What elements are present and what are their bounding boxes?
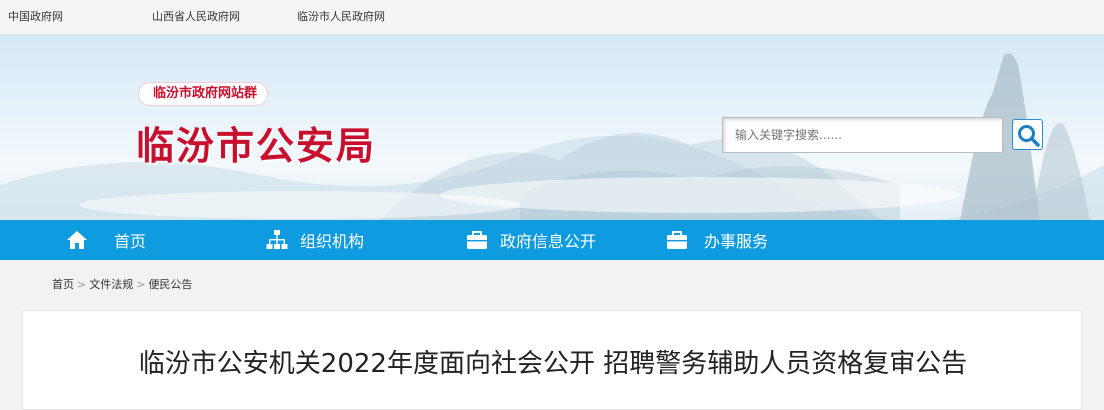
org-chart-icon [266, 230, 288, 249]
nav-item-label: 政府信息公开 [500, 232, 597, 251]
breadcrumb-separator: > [136, 278, 146, 291]
nav-item-label: 首页 [114, 232, 147, 251]
search-button[interactable] [1012, 119, 1043, 150]
briefcase-icon [667, 231, 687, 249]
site-group-badge[interactable]: 临汾市政府网站群 [139, 83, 268, 105]
header-banner: 临汾市政府网站群 临汾市公安局 [0, 35, 1104, 220]
nav-item-info-disclosure[interactable]: 政府信息公开 [466, 220, 596, 260]
search-input[interactable] [722, 117, 1003, 153]
top-link-bar: 中国政府网 山西省人民政府网 临汾市人民政府网 [0, 0, 1104, 35]
nav-item-org[interactable]: 组织机构 [266, 220, 364, 260]
breadcrumb-regulations[interactable]: 文件法规 [89, 278, 133, 291]
site-title: 临汾市公安局 [136, 123, 377, 168]
main-nav: 首页 组织机构 政府信息公开 办事服务 [0, 220, 1104, 260]
nav-item-label: 办事服务 [704, 232, 769, 251]
breadcrumb: 首页 > 文件法规 > 便民公告 [52, 276, 192, 292]
nav-item-label: 组织机构 [300, 232, 365, 251]
breadcrumb-separator: > [77, 278, 87, 291]
briefcase-icon [467, 231, 487, 249]
nav-item-home[interactable]: 首页 [66, 220, 146, 260]
breadcrumb-notices[interactable]: 便民公告 [148, 278, 192, 291]
article-panel: 临汾市公安机关2022年度面向社会公开 招聘警务辅助人员资格复审公告 [22, 310, 1082, 410]
top-link-shanxi[interactable]: 山西省人民政府网 [152, 8, 240, 24]
nav-item-services[interactable]: 办事服务 [666, 220, 768, 260]
breadcrumb-home[interactable]: 首页 [52, 278, 74, 291]
article-title: 临汾市公安机关2022年度面向社会公开 招聘警务辅助人员资格复审公告 [138, 349, 968, 379]
top-link-linfen[interactable]: 临汾市人民政府网 [297, 8, 385, 24]
home-icon [67, 231, 87, 249]
top-link-gov-cn[interactable]: 中国政府网 [8, 8, 63, 24]
search-icon [1018, 125, 1040, 147]
